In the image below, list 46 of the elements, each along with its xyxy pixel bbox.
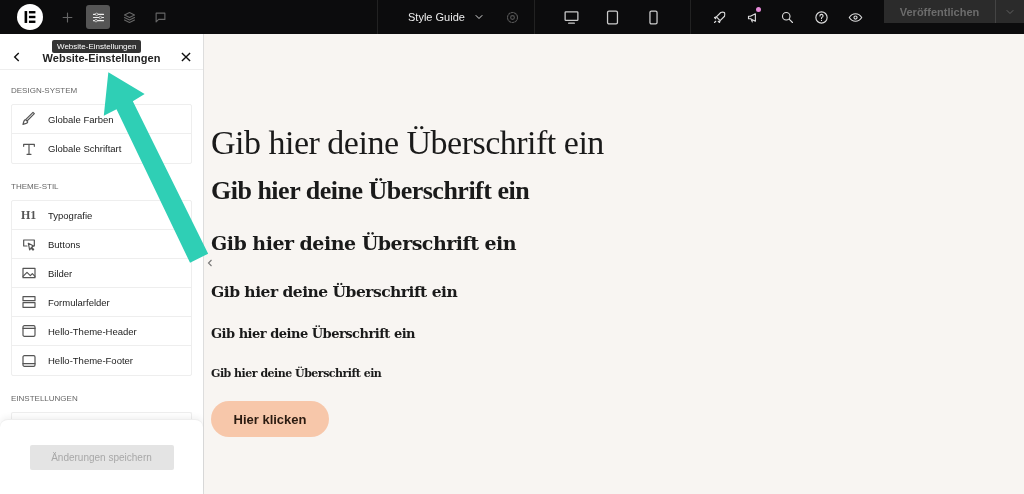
item-label: Hello-Theme-Footer	[48, 355, 133, 366]
section-heading: THEME-STIL	[11, 182, 60, 191]
heading: Gib hier deine Überschrift ein	[211, 176, 531, 207]
heading: Gib hier deine Überschrift ein	[211, 124, 605, 163]
cursor-icon	[21, 236, 37, 252]
section-heading: DESIGN-SYSTEM	[11, 86, 79, 95]
layers-icon	[121, 9, 137, 25]
footer-layout-icon	[21, 352, 37, 369]
heading: Gib hier deine Überschrift ein	[211, 282, 459, 303]
settings-item[interactable]: Hello-Theme-Footer	[12, 346, 191, 375]
item-label: Globale Schriftart	[48, 143, 122, 154]
image-icon	[21, 265, 37, 281]
tooltip: Website-Einstellungen	[52, 40, 142, 53]
plus-icon	[59, 9, 75, 25]
item-label: Buttons	[48, 238, 81, 250]
form-icon	[21, 294, 37, 310]
close-icon[interactable]	[179, 50, 193, 64]
settings-item[interactable]: Bilder	[12, 259, 191, 288]
settings-item[interactable]: Hello-Theme-Header	[12, 317, 191, 346]
item-label: Globale Farben	[48, 113, 114, 125]
heading: Gib hier deine Überschrift ein	[211, 232, 518, 256]
search-icon	[779, 9, 795, 25]
sliders-button[interactable]	[86, 5, 110, 29]
header-layout-icon	[21, 323, 37, 339]
notification-dot	[756, 7, 761, 12]
settings-item[interactable]: Formularfelder	[12, 288, 191, 317]
item-label: Hello-Theme-Header	[48, 325, 137, 337]
heading: Gib hier deine Überschrift ein	[211, 326, 417, 343]
help-icon	[813, 9, 829, 25]
desktop-icon[interactable]	[562, 8, 580, 26]
panel-title: Website-Einstellungen	[42, 52, 161, 64]
item-label: Formularfelder	[48, 296, 110, 308]
gear-icon[interactable]	[504, 9, 520, 25]
brush-icon	[21, 111, 37, 127]
settings-item[interactable]: Globale Schriftart	[12, 134, 191, 163]
cta-button[interactable]: Hier klicken	[211, 401, 329, 437]
page-name: Style Guide	[408, 11, 465, 23]
heading: Gib hier deine Überschrift ein	[211, 367, 383, 382]
collapse-handle-icon[interactable]	[207, 257, 213, 269]
comment-icon	[152, 9, 168, 25]
rocket-icon	[711, 9, 727, 25]
heading-glyph: H1	[21, 207, 37, 223]
logo-icon[interactable]	[17, 4, 43, 30]
item-label: Typografie	[48, 209, 93, 221]
section-heading: EINSTELLUNGEN	[11, 394, 79, 403]
item-label: Bilder	[48, 267, 73, 279]
